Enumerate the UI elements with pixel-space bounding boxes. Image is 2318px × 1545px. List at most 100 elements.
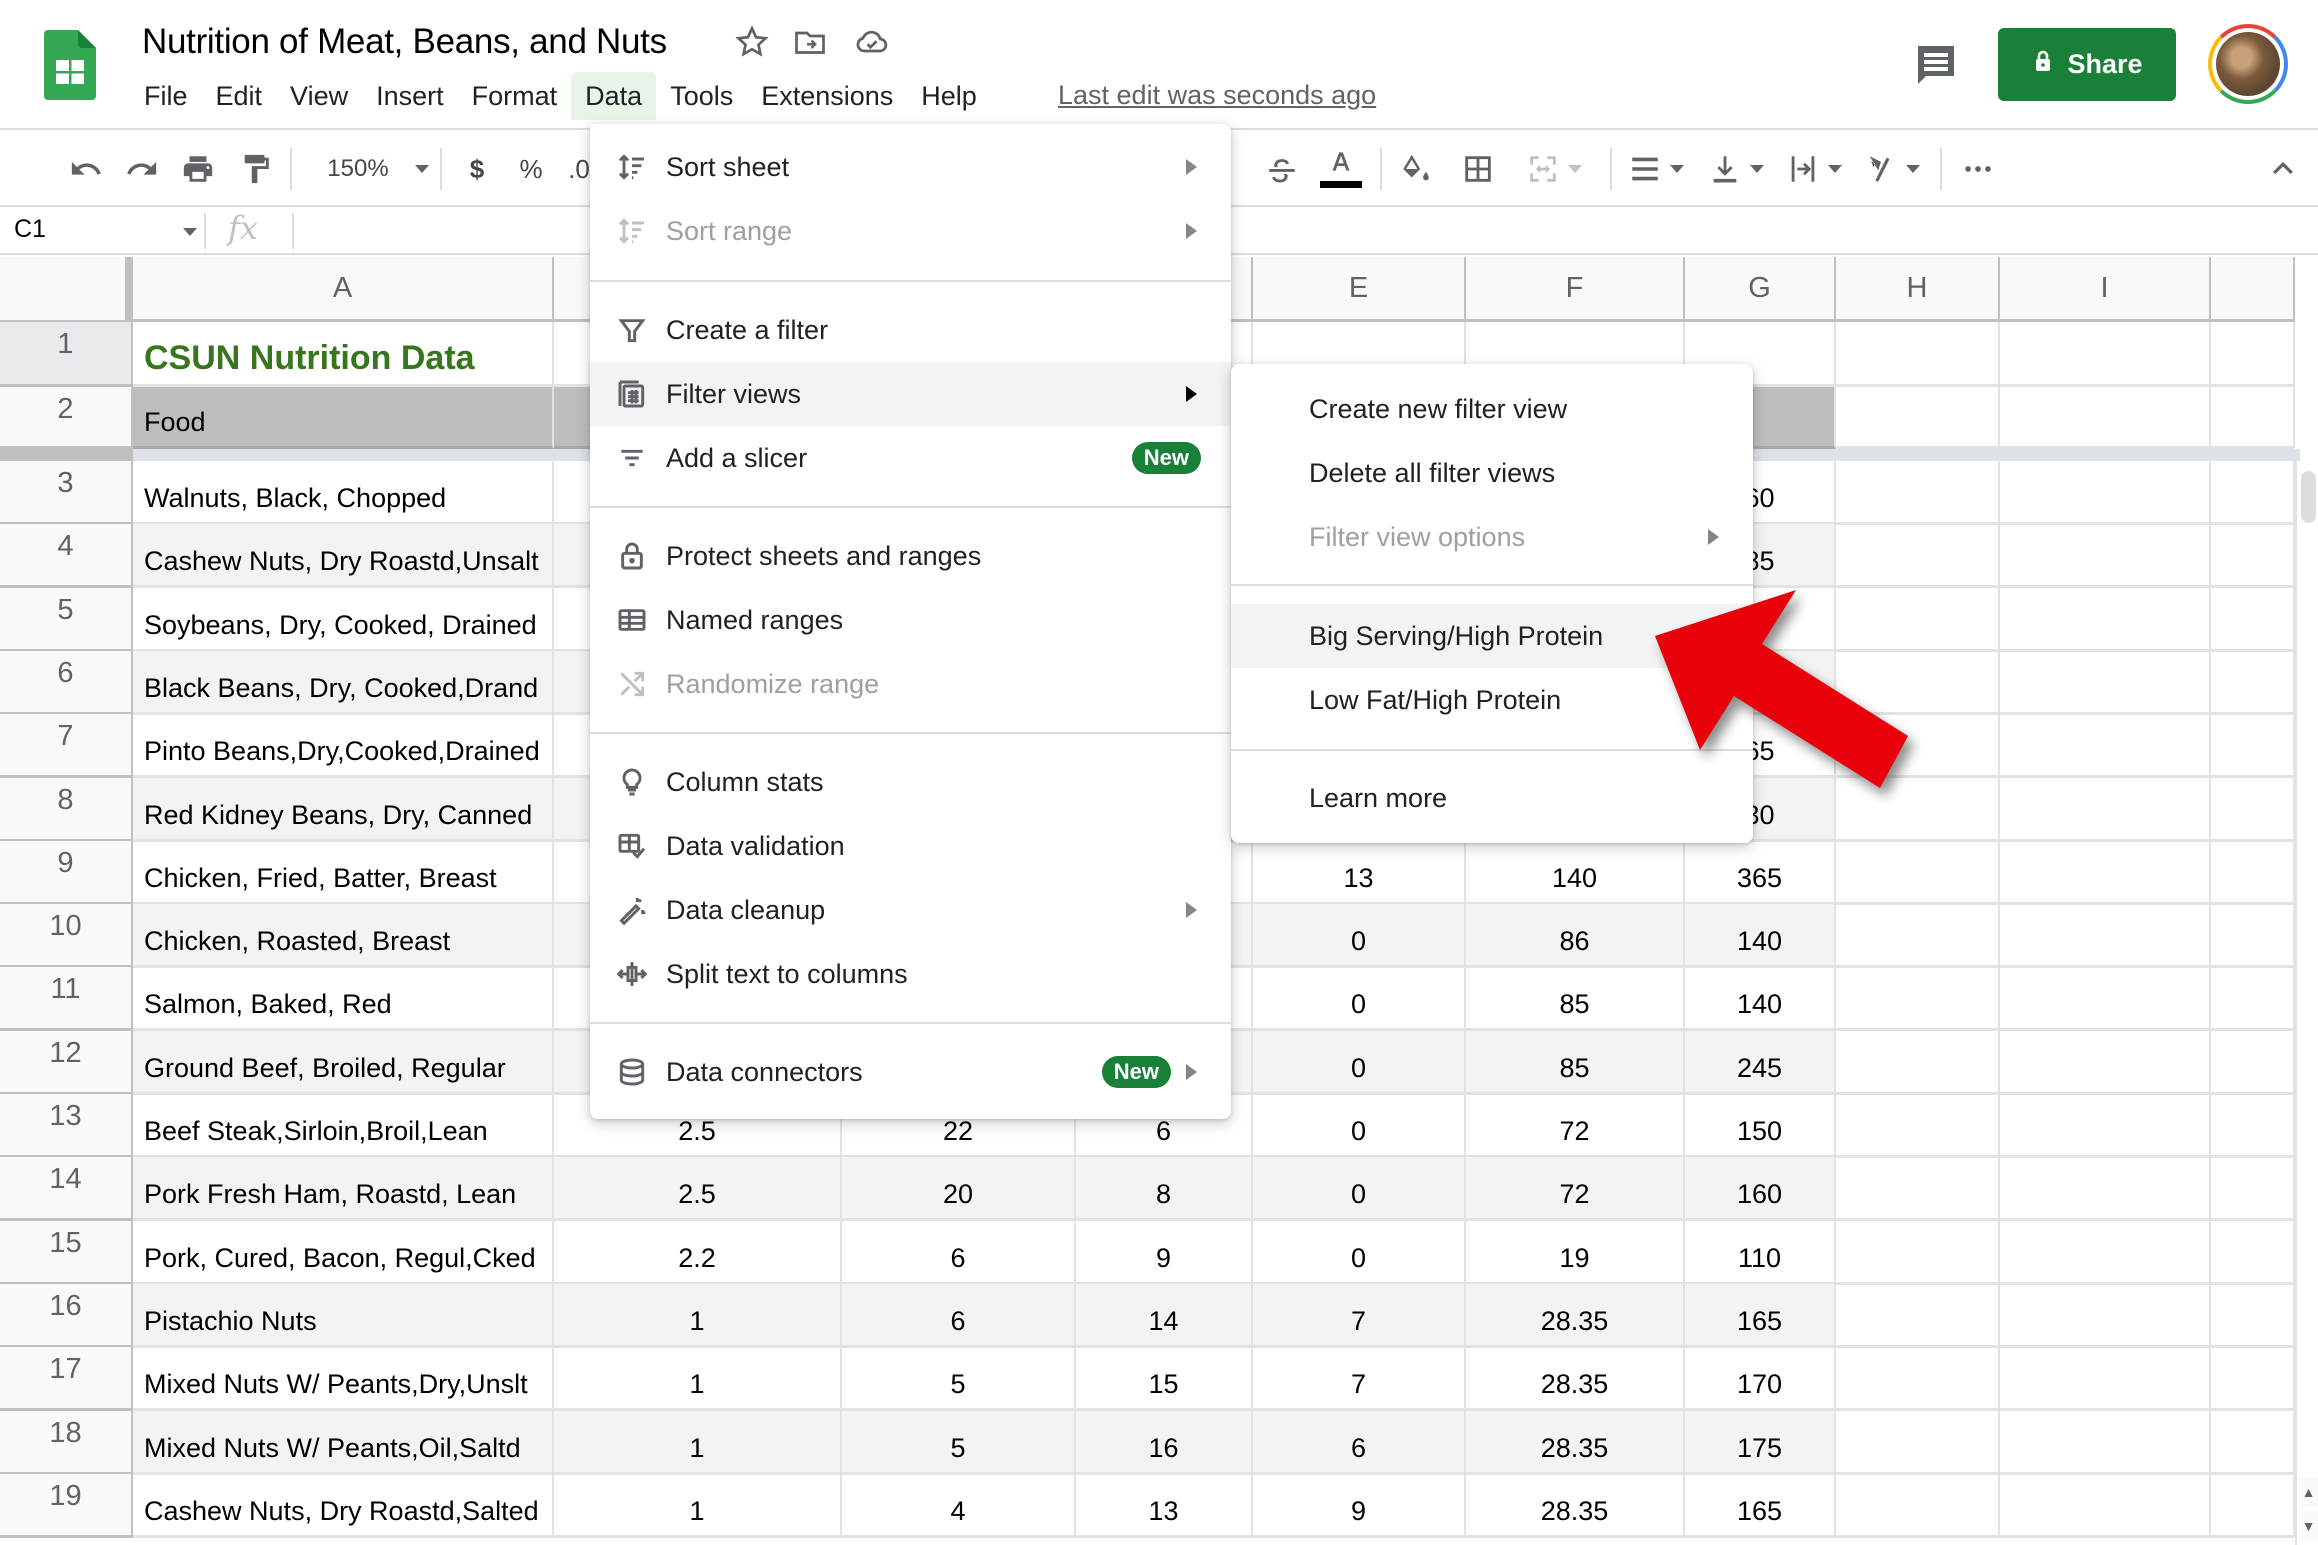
cell-i8[interactable] <box>2000 777 2211 842</box>
cell-h10[interactable] <box>1836 904 2000 969</box>
cell-j19[interactable] <box>2211 1473 2295 1538</box>
paint-format-icon[interactable] <box>236 150 276 188</box>
menu-item-delete-all-filter-views[interactable]: Delete all filter views <box>1231 441 1753 505</box>
menu-tools[interactable]: Tools <box>656 72 747 120</box>
menu-item-add-a-slicer[interactable]: Add a slicer New <box>590 426 1231 490</box>
menu-insert[interactable]: Insert <box>362 72 458 120</box>
row-header-4[interactable]: 4 <box>0 524 133 589</box>
cell-i17[interactable] <box>2000 1347 2211 1412</box>
row-header-14[interactable]: 14 <box>0 1157 133 1222</box>
cell-c16[interactable]: 6 <box>842 1283 1076 1348</box>
menu-data[interactable]: Data <box>571 72 657 120</box>
row-header-2[interactable]: 2 <box>0 387 133 449</box>
cell-h12[interactable] <box>1836 1030 2000 1095</box>
cell-f17[interactable]: 28.35 <box>1466 1347 1685 1412</box>
cell-e9[interactable]: 13 <box>1253 840 1466 905</box>
cell-g17[interactable]: 170 <box>1685 1347 1836 1412</box>
cell-g18[interactable]: 175 <box>1685 1410 1836 1475</box>
print-icon[interactable] <box>178 150 218 188</box>
cell-b18[interactable]: 1 <box>554 1410 842 1475</box>
menu-item-sort-sheet[interactable]: Sort sheet <box>590 135 1231 199</box>
cell-j5[interactable] <box>2211 587 2295 652</box>
cell-i2[interactable] <box>2000 387 2211 449</box>
menu-edit[interactable]: Edit <box>202 72 277 120</box>
select-all-corner[interactable] <box>0 257 133 322</box>
redo-icon[interactable] <box>122 150 162 188</box>
cell-e19[interactable]: 9 <box>1253 1473 1466 1538</box>
cell-h13[interactable] <box>1836 1094 2000 1158</box>
cell-g19[interactable]: 165 <box>1685 1473 1836 1538</box>
menu-help[interactable]: Help <box>907 72 991 120</box>
frozen-rows-handle[interactable] <box>0 449 133 461</box>
cell-f15[interactable]: 19 <box>1466 1220 1685 1285</box>
cell-i13[interactable] <box>2000 1094 2211 1158</box>
menu-item-column-stats[interactable]: Column stats <box>590 750 1231 814</box>
food-cell[interactable]: Pinto Beans,Dry,Cooked,Drained <box>133 714 554 779</box>
cell-f9[interactable]: 140 <box>1466 840 1685 905</box>
cell-c14[interactable]: 20 <box>842 1157 1076 1222</box>
cell-j8[interactable] <box>2211 777 2295 842</box>
menu-item-sort-range[interactable]: Sort range <box>590 199 1231 263</box>
food-cell[interactable]: Mixed Nuts W/ Peants,Oil,Saltd <box>133 1410 554 1475</box>
vertical-align-icon[interactable] <box>1706 150 1766 188</box>
cell-i7[interactable] <box>2000 714 2211 779</box>
cell-h3[interactable] <box>1836 461 2000 525</box>
cell-i6[interactable] <box>2000 650 2211 715</box>
undo-icon[interactable] <box>66 150 106 188</box>
cell-j16[interactable] <box>2211 1283 2295 1348</box>
menu-item-data-validation[interactable]: Data validation <box>590 814 1231 878</box>
last-edit-link[interactable]: Last edit was seconds ago <box>1058 80 1376 111</box>
food-cell[interactable]: Mixed Nuts W/ Peants,Dry,Unslt <box>133 1347 554 1412</box>
row-header-15[interactable]: 15 <box>0 1220 133 1285</box>
food-cell[interactable]: Red Kidney Beans, Dry, Canned <box>133 777 554 842</box>
text-rotation-icon[interactable] <box>1862 150 1922 188</box>
cell-e11[interactable]: 0 <box>1253 967 1466 1032</box>
cell-e17[interactable]: 7 <box>1253 1347 1466 1412</box>
menu-item-create-new-filter-view[interactable]: Create new filter view <box>1231 377 1753 441</box>
cell-j2[interactable] <box>2211 387 2295 449</box>
food-cell[interactable]: Pork, Cured, Bacon, Regul,Cked <box>133 1220 554 1285</box>
cell-i3[interactable] <box>2000 461 2211 525</box>
food-cell[interactable]: Pistachio Nuts <box>133 1283 554 1348</box>
menu-item-data-connectors[interactable]: Data connectors New <box>590 1040 1231 1104</box>
cell-d18[interactable]: 16 <box>1076 1410 1253 1475</box>
row-header-8[interactable]: 8 <box>0 777 133 842</box>
cell-j6[interactable] <box>2211 650 2295 715</box>
cell-b19[interactable]: 1 <box>554 1473 842 1538</box>
merge-cells-icon[interactable] <box>1518 150 1590 188</box>
percent-format-button[interactable]: % <box>516 150 546 188</box>
cell-g13[interactable]: 150 <box>1685 1094 1836 1158</box>
row-header-13[interactable]: 13 <box>0 1094 133 1158</box>
cell-g16[interactable]: 165 <box>1685 1283 1836 1348</box>
share-button[interactable]: Share <box>1998 28 2176 101</box>
cell-f16[interactable]: 28.35 <box>1466 1283 1685 1348</box>
google-sheets-logo[interactable] <box>44 30 96 100</box>
cell-f18[interactable]: 28.35 <box>1466 1410 1685 1475</box>
cell-b15[interactable]: 2.2 <box>554 1220 842 1285</box>
cell-i15[interactable] <box>2000 1220 2211 1285</box>
cell-i18[interactable] <box>2000 1410 2211 1475</box>
cell-h15[interactable] <box>1836 1220 2000 1285</box>
cell-i1[interactable] <box>2000 322 2211 387</box>
cell-c17[interactable]: 5 <box>842 1347 1076 1412</box>
food-cell[interactable]: Black Beans, Dry, Cooked,Drand <box>133 650 554 715</box>
cell-f12[interactable]: 85 <box>1466 1030 1685 1095</box>
currency-format-button[interactable]: $ <box>462 150 492 188</box>
cell-i4[interactable] <box>2000 524 2211 589</box>
cell-b17[interactable]: 1 <box>554 1347 842 1412</box>
row-header-19[interactable]: 19 <box>0 1473 133 1538</box>
row-header-9[interactable]: 9 <box>0 840 133 905</box>
cell-e16[interactable]: 7 <box>1253 1283 1466 1348</box>
row-header-1[interactable]: 1 <box>0 322 133 387</box>
cell-a2[interactable]: Food <box>133 387 554 449</box>
row-header-6[interactable]: 6 <box>0 650 133 715</box>
cell-e10[interactable]: 0 <box>1253 904 1466 969</box>
cell-e12[interactable]: 0 <box>1253 1030 1466 1095</box>
menu-item-named-ranges[interactable]: Named ranges <box>590 588 1231 652</box>
menu-view[interactable]: View <box>276 72 362 120</box>
menu-item-filter-view-options[interactable]: Filter view options <box>1231 505 1753 569</box>
comment-icon[interactable] <box>1912 40 1960 88</box>
cell-g9[interactable]: 365 <box>1685 840 1836 905</box>
cell-c18[interactable]: 5 <box>842 1410 1076 1475</box>
cloud-saved-icon[interactable] <box>854 24 894 64</box>
